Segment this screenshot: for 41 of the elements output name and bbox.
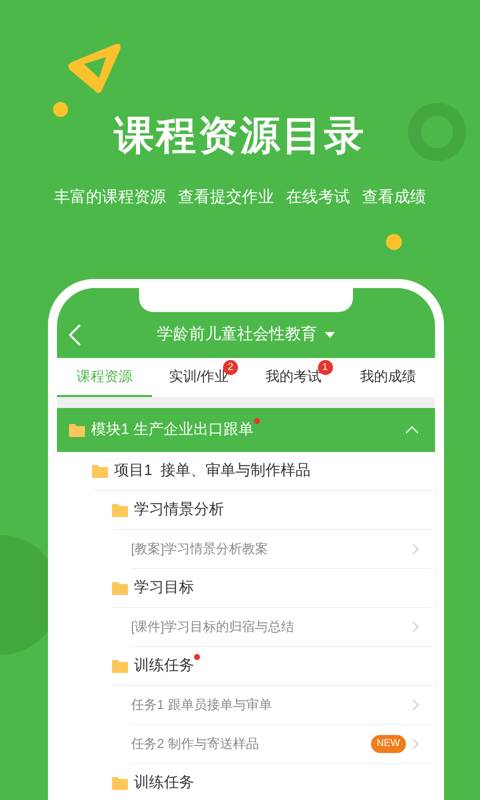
chevron-right-icon (412, 621, 419, 633)
feature-text: 在线考试 (286, 188, 350, 208)
file-title: [课件]学习目标的归宿与总结 (131, 618, 296, 636)
back-icon[interactable] (69, 324, 81, 346)
file-row[interactable]: 任务1 跟单员接单与审单 (131, 686, 435, 725)
folder-icon (112, 582, 128, 594)
dot-decoration (53, 102, 68, 117)
folder-row[interactable]: 训练任务 (112, 647, 435, 686)
folder-row[interactable]: 项目1 接单、审单与制作样品 (92, 452, 435, 491)
headline: 课程资源目录 (114, 113, 366, 160)
folder-title: 学习目标 (134, 578, 194, 598)
file-row[interactable]: [课件]学习目标的归宿与总结 (131, 608, 435, 647)
chevron-right-icon (412, 738, 419, 750)
chevron-right-icon (412, 699, 419, 711)
file-title: [教案]学习情景分析教案 (131, 540, 270, 558)
folder-title: 训练任务 (134, 654, 194, 678)
folder-icon (69, 424, 85, 436)
file-row[interactable]: [教案]学习情景分析教案 (131, 530, 435, 569)
module-title: 模块1 生产企业出口跟单 (91, 418, 254, 442)
folder-row[interactable]: 学习目标 (112, 569, 435, 608)
feature-text: 查看成绩 (362, 188, 426, 208)
folder-title: 训练任务 (134, 772, 194, 793)
file-title: 任务1 跟单员接单与审单 (131, 696, 273, 714)
folder-icon (112, 504, 128, 516)
folder-row[interactable]: 训练任务 (112, 764, 435, 800)
folder-row[interactable]: 学习情景分析 (112, 491, 435, 530)
folder-icon (92, 464, 108, 478)
new-badge: NEW (370, 735, 406, 753)
tab[interactable]: 我的成绩 (340, 358, 435, 397)
file-row[interactable]: 任务2 制作与寄送样品 NEW (131, 725, 435, 764)
collapse-icon[interactable] (405, 426, 419, 434)
feature-text: 查看提交作业 (178, 188, 274, 208)
folder-icon (112, 660, 128, 672)
dot-decoration (386, 234, 402, 250)
folder-title: 学习情景分析 (134, 500, 224, 520)
dropdown-icon[interactable] (325, 332, 335, 338)
feature-text: 丰富的课程资源 (54, 188, 166, 208)
file-title: 任务2 制作与寄送样品 (131, 735, 260, 754)
chevron-right-icon (412, 543, 419, 555)
folder-title: 项目1 接单、审单与制作样品 (114, 460, 311, 481)
folder-icon (112, 776, 128, 790)
